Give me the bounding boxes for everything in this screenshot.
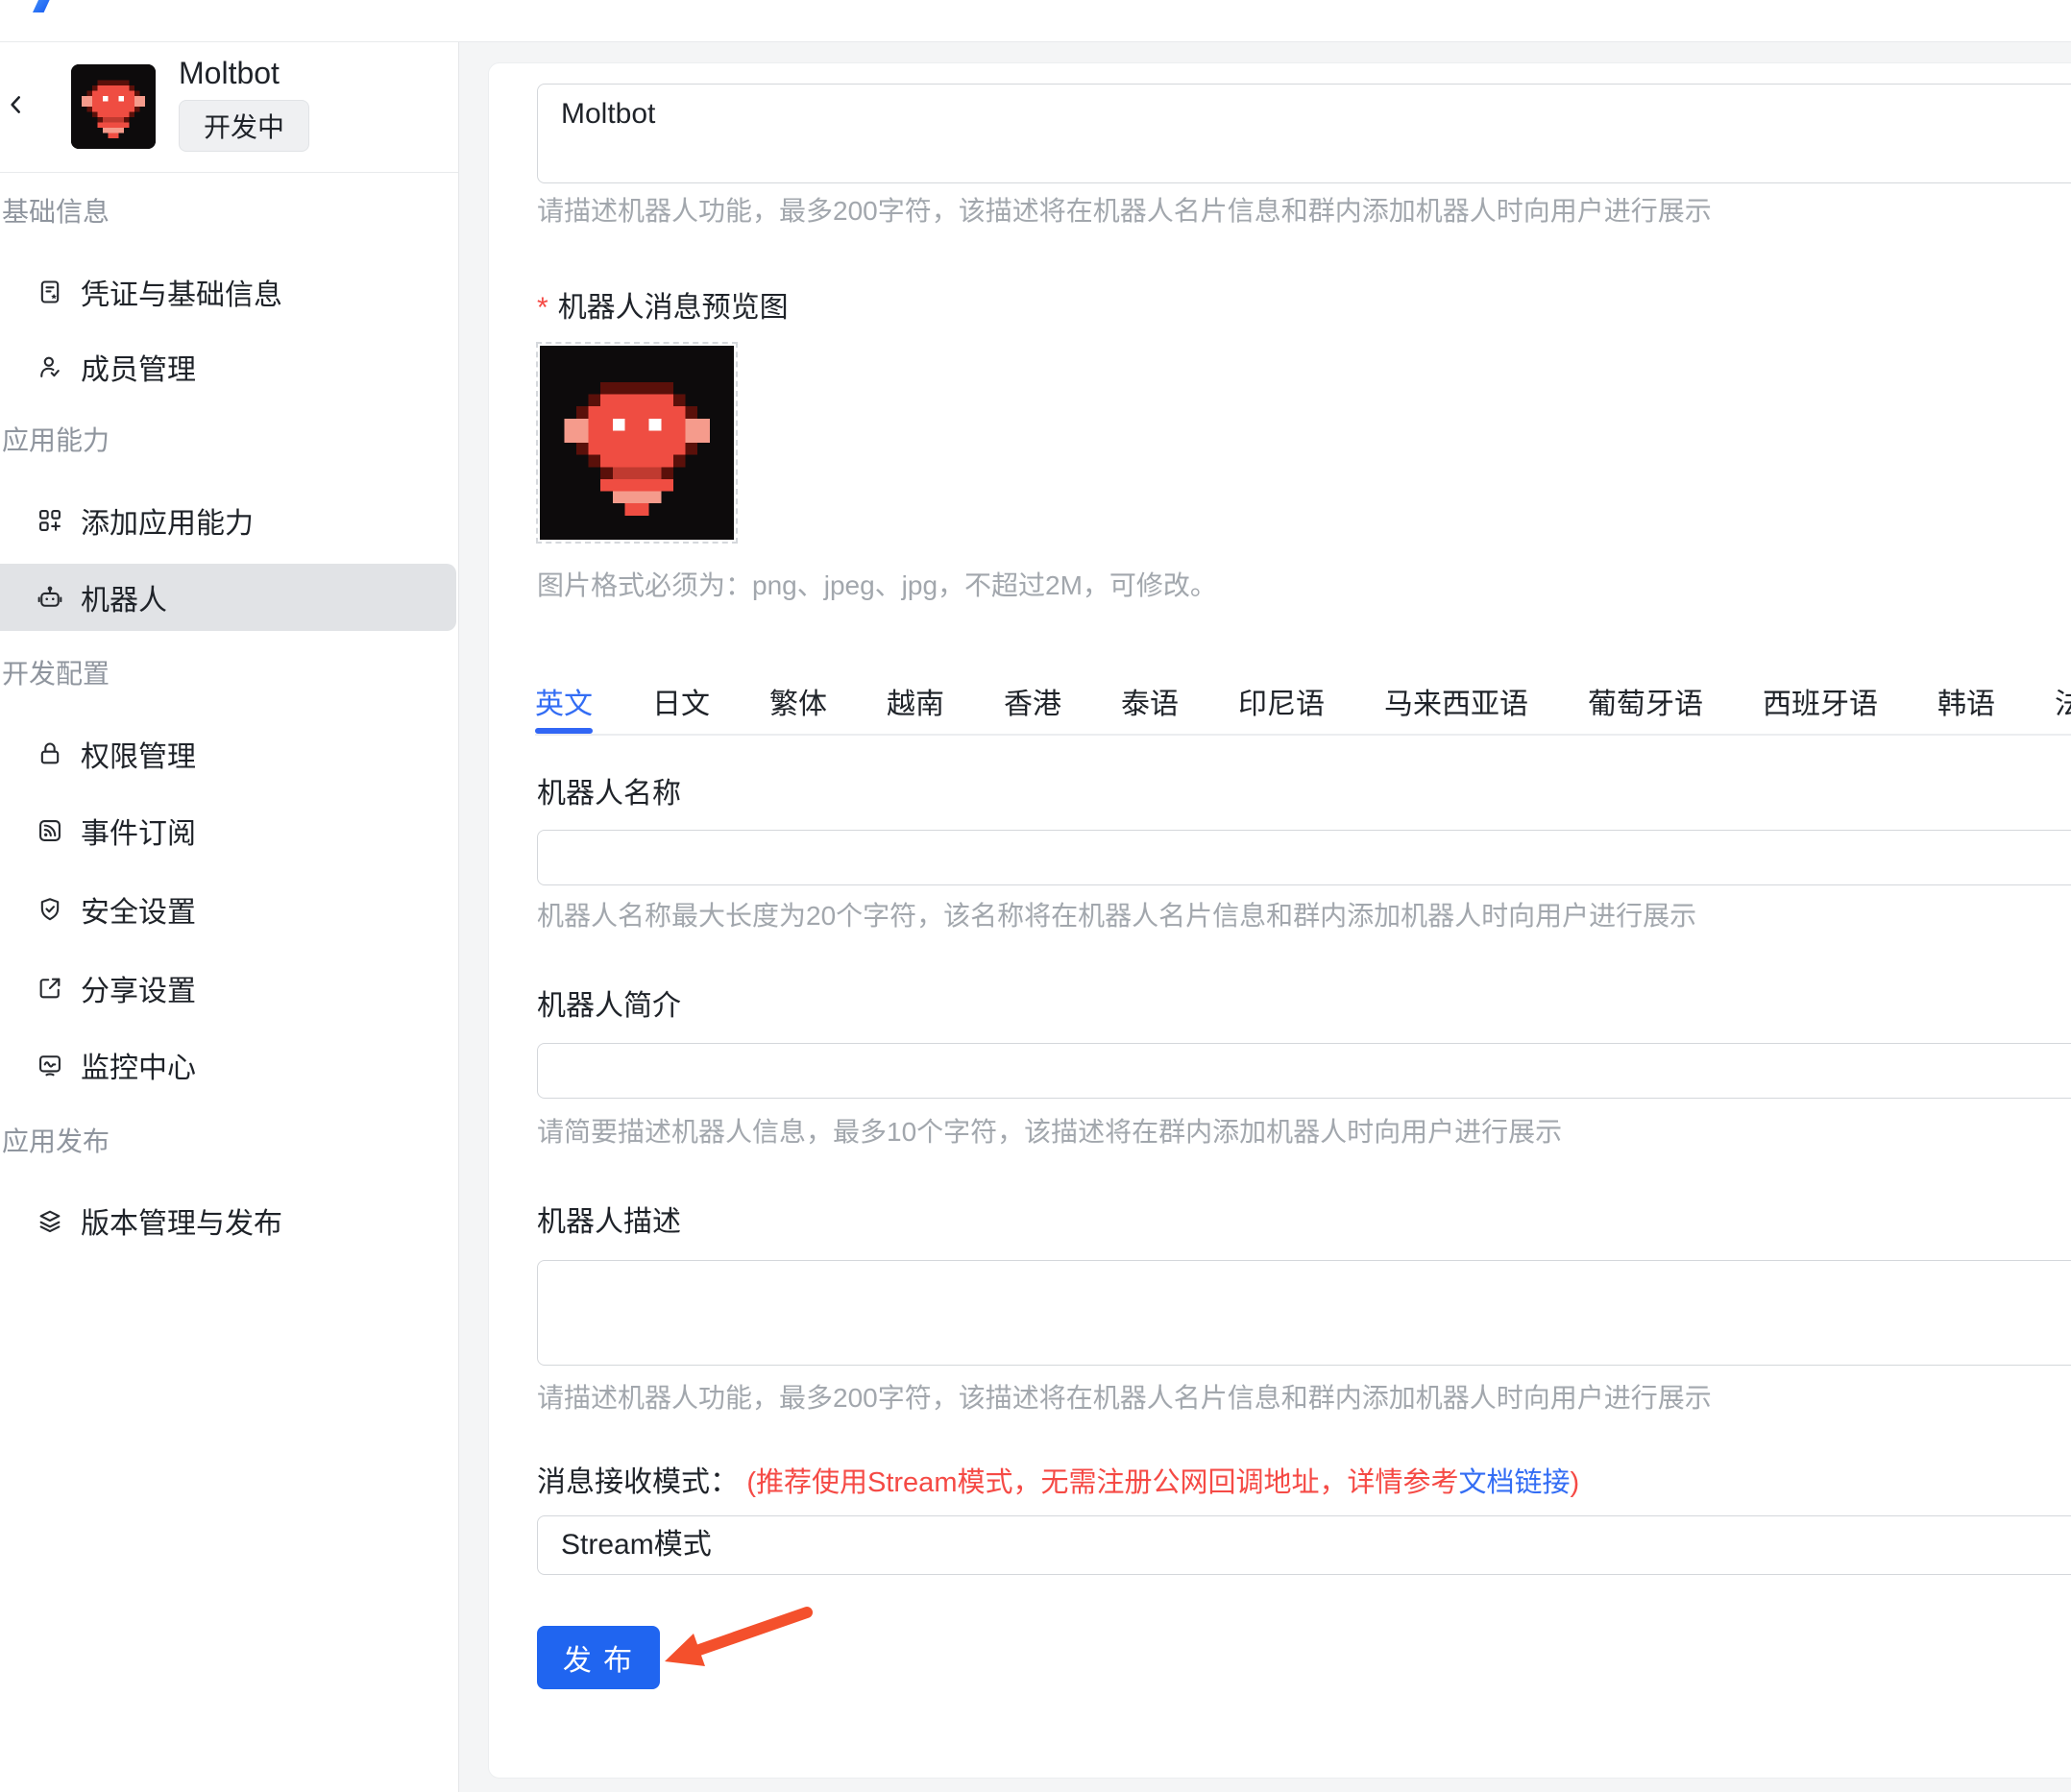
tab-traditional[interactable]: 繁体 [769,668,827,734]
preview-image-label: * 机器人消息预览图 [537,292,789,324]
sidebar-item-label: 事件订阅 [81,818,196,850]
tab-english[interactable]: 英文 [535,668,593,734]
tab-thai[interactable]: 泰语 [1121,668,1179,734]
robot-icon [37,584,63,611]
sidebar: Moltbot 开发中 基础信息 凭证与基础信息 成员管理 应用能力 添加应用能… [0,42,459,1792]
tab-korean[interactable]: 韩语 [1937,668,1995,734]
sidebar-item-label: 凭证与基础信息 [81,279,282,311]
description-helper-text: 请描述机器人功能，最多200字符，该描述将在机器人名片信息和群内添加机器人时向用… [537,196,1712,226]
publish-button[interactable]: 发 布 [537,1626,660,1689]
section-app-capability: 应用能力 [2,425,110,455]
id-card-icon [37,278,63,305]
chevron-left-icon [4,92,29,122]
section-basic-info: 基础信息 [2,197,110,227]
app-name: Moltbot [179,56,280,90]
app-avatar [71,64,156,149]
doc-link[interactable]: 文档链接 [1458,1467,1570,1498]
sidebar-menu: 基础信息 凭证与基础信息 成员管理 应用能力 添加应用能力 机器人 开发配置 权… [0,173,458,1792]
monitor-icon [37,1052,63,1078]
platform-logo-icon [33,0,50,12]
bot-name-label: 机器人名称 [537,778,681,810]
sidebar-item-members[interactable]: 成员管理 [0,333,456,400]
required-asterisk: * [537,292,548,324]
pixel-moth-avatar [71,64,156,149]
red-annotation-arrow [665,1607,813,1666]
tab-portuguese[interactable]: 葡萄牙语 [1588,668,1703,734]
bot-desc-label: 机器人描述 [537,1206,681,1238]
sidebar-item-event-subscription[interactable]: 事件订阅 [0,797,456,864]
receive-mode-label: 消息接收模式： [537,1466,739,1498]
sidebar-item-version-release[interactable]: 版本管理与发布 [0,1187,456,1254]
share-icon [37,975,63,1002]
back-button[interactable] [2,92,31,121]
section-dev-config: 开发配置 [2,659,110,689]
receive-mode-select[interactable]: Stream模式 [537,1515,2071,1575]
shield-check-icon [37,896,63,923]
tab-japanese[interactable]: 日文 [652,668,710,734]
layers-icon [37,1207,63,1234]
sidebar-item-security[interactable]: 安全设置 [0,876,456,943]
sidebar-item-label: 添加应用能力 [81,508,254,540]
sidebar-item-label: 机器人 [81,585,167,617]
bot-desc-textarea[interactable] [537,1260,2071,1366]
sidebar-item-robot[interactable]: 机器人 [0,564,456,631]
tab-indonesian[interactable]: 印尼语 [1238,668,1325,734]
bot-intro-label: 机器人简介 [537,990,681,1022]
main-panel: Moltbot 请描述机器人功能，最多200字符，该描述将在机器人名片信息和群内… [488,62,2071,1779]
bot-name-input[interactable] [537,830,2071,885]
sidebar-item-permissions[interactable]: 权限管理 [0,720,456,787]
receive-mode-note: (推荐使用Stream模式，无需注册公网回调地址，详情参考文档链接) [746,1467,1580,1498]
member-icon [37,353,63,380]
sidebar-item-label: 成员管理 [81,354,196,386]
preview-image-helper-text: 图片格式必须为：png、jpeg、jpg，不超过2M，可修改。 [537,570,1217,600]
bot-intro-input[interactable] [537,1043,2071,1099]
section-app-release: 应用发布 [2,1126,110,1156]
bot-name-helper-text: 机器人名称最大长度为20个字符，该名称将在机器人名片信息和群内添加机器人时向用户… [537,901,1697,931]
add-capability-icon [37,507,63,534]
tab-vietnamese[interactable]: 越南 [887,668,944,734]
bot-intro-helper-text: 请简要描述机器人信息，最多10个字符，该描述将在群内添加机器人时向用户进行展示 [537,1117,1563,1147]
sidebar-item-label: 分享设置 [81,976,196,1007]
tab-spanish[interactable]: 西班牙语 [1763,668,1878,734]
language-tabs: 英文 日文 繁体 越南 香港 泰语 印尼语 马来西亚语 葡萄牙语 西班牙语 韩语… [535,668,2071,736]
sidebar-item-label: 安全设置 [81,897,196,929]
tab-french[interactable]: 法语 [2055,668,2071,734]
sidebar-item-add-capability[interactable]: 添加应用能力 [0,487,456,554]
pixel-moth-avatar [540,346,734,540]
status-badge: 开发中 [179,100,310,152]
receive-mode-row: 消息接收模式： (推荐使用Stream模式，无需注册公网回调地址，详情参考文档链… [537,1462,1579,1504]
bot-preview-image [540,346,734,540]
sidebar-item-label: 监控中心 [81,1053,196,1084]
rss-icon [37,817,63,844]
sidebar-item-label: 权限管理 [81,741,196,773]
bot-desc-helper-text: 请描述机器人功能，最多200字符，该描述将在机器人名片信息和群内添加机器人时向用… [537,1383,1712,1413]
preview-image-uploader[interactable] [536,342,738,544]
bot-description-top-textarea[interactable]: Moltbot [537,84,2071,183]
top-bar [0,0,2071,42]
receive-mode-value: Stream模式 [561,1529,712,1561]
sidebar-item-share-settings[interactable]: 分享设置 [0,955,456,1022]
sidebar-item-label: 版本管理与发布 [81,1208,282,1240]
sidebar-item-monitor-center[interactable]: 监控中心 [0,1031,456,1099]
tab-hongkong[interactable]: 香港 [1004,668,1061,734]
sidebar-item-credentials[interactable]: 凭证与基础信息 [0,258,456,326]
tab-malay[interactable]: 马来西亚语 [1384,668,1528,734]
lock-icon [37,740,63,767]
